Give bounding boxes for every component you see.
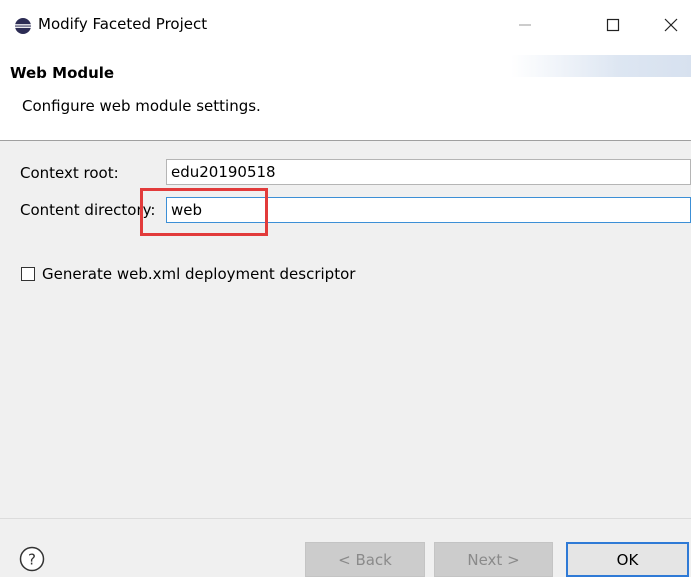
generate-descriptor-label: Generate web.xml deployment descriptor [42, 265, 356, 283]
help-button[interactable]: ? [19, 546, 45, 576]
context-root-label: Context root: [20, 164, 119, 182]
svg-text:?: ? [28, 551, 36, 569]
minimize-icon [519, 24, 531, 26]
banner-image [511, 55, 691, 77]
close-icon [664, 18, 678, 32]
window-title: Modify Faceted Project [38, 15, 208, 33]
content-directory-input[interactable] [166, 197, 691, 223]
title-bar: Modify Faceted Project [0, 0, 691, 52]
back-button[interactable]: < Back [305, 542, 425, 577]
minimize-button[interactable] [502, 6, 548, 44]
generate-descriptor-checkbox[interactable] [21, 267, 35, 281]
ok-button[interactable]: OK [566, 542, 689, 577]
maximize-button[interactable] [590, 6, 636, 44]
close-button[interactable] [648, 6, 691, 44]
wizard-banner: Web Module Configure web module settings… [0, 52, 691, 141]
page-description: Configure web module settings. [22, 97, 261, 115]
next-button[interactable]: Next > [434, 542, 553, 577]
help-icon: ? [19, 546, 45, 572]
content-directory-label: Content directory: [20, 201, 156, 219]
maximize-icon [606, 18, 620, 32]
context-root-input[interactable] [166, 159, 691, 185]
page-title: Web Module [10, 64, 115, 82]
eclipse-icon [15, 18, 31, 34]
